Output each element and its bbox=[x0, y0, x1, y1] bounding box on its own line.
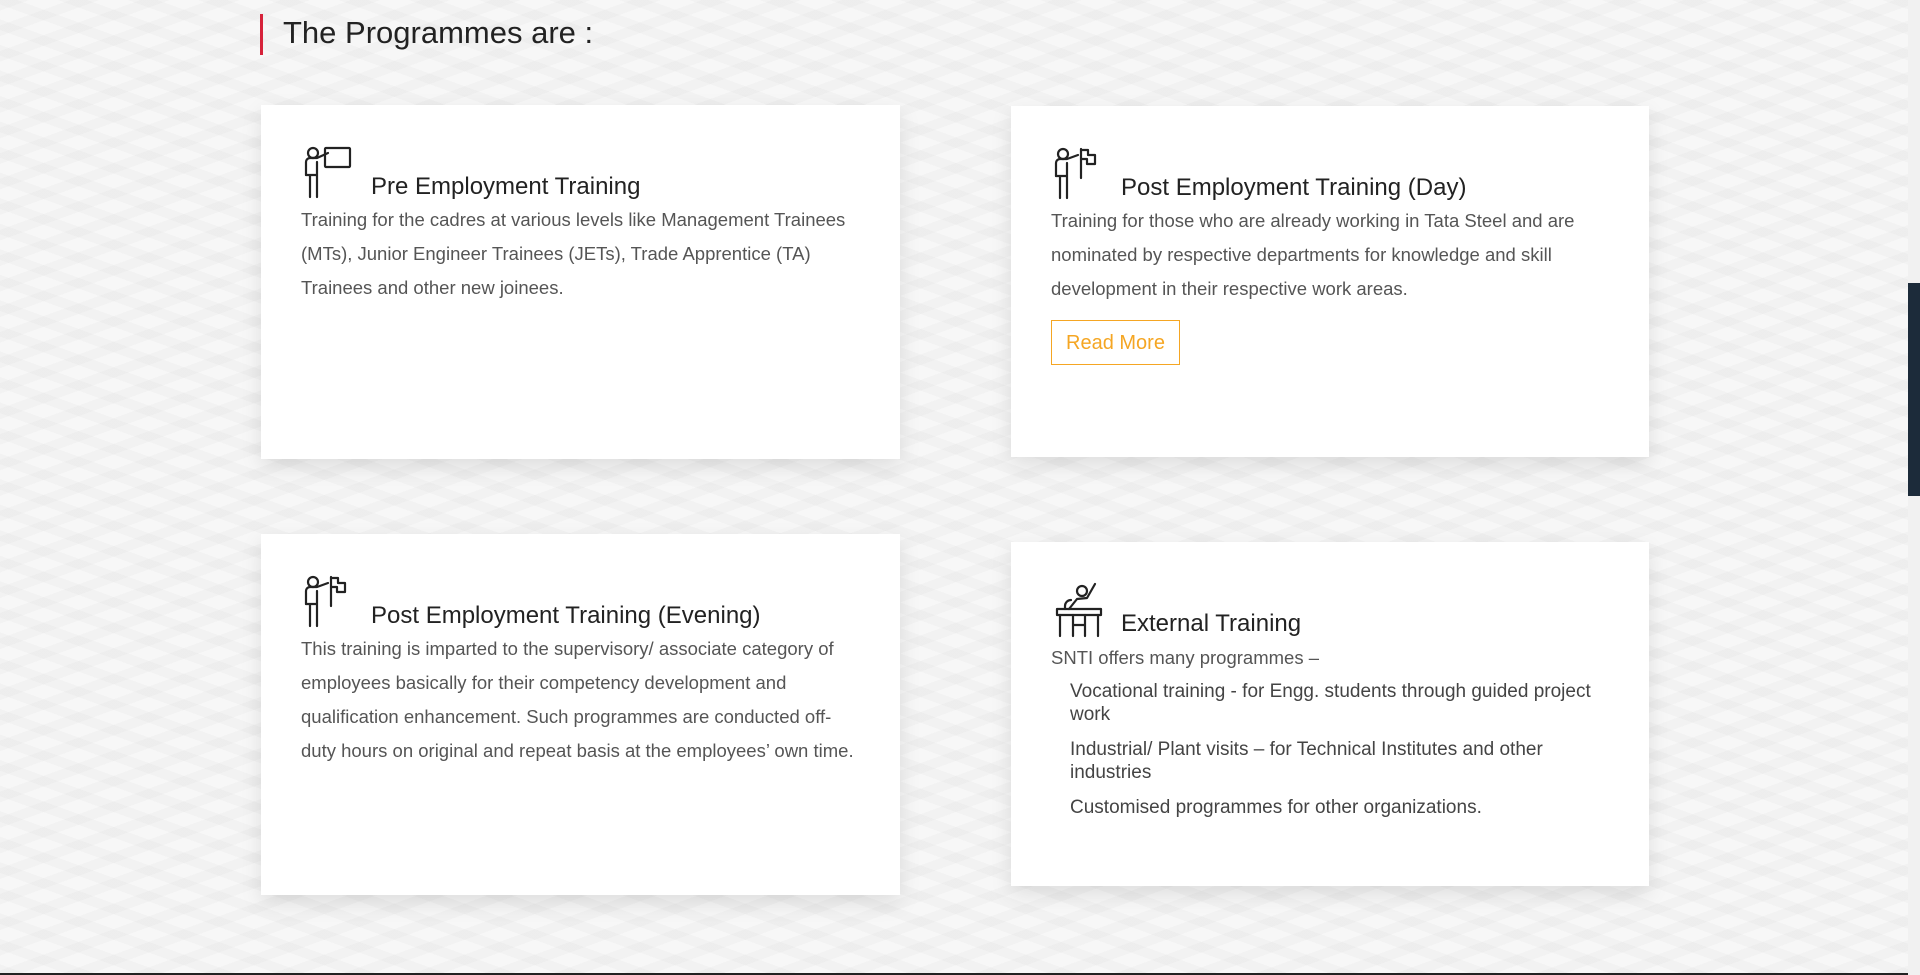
card-description: Training for the cadres at various level… bbox=[301, 209, 846, 298]
trainer-flag-icon bbox=[301, 574, 357, 630]
card-post-employment-evening: Post Employment Training (Evening) This … bbox=[261, 534, 900, 895]
trainer-board-icon bbox=[301, 145, 357, 201]
card-intro: SNTI offers many programmes – bbox=[1051, 647, 1319, 668]
scrollbar-track[interactable] bbox=[1908, 0, 1920, 975]
card-title: External Training bbox=[1121, 610, 1302, 637]
scrollbar-thumb[interactable] bbox=[1908, 283, 1920, 496]
card-title: Post Employment Training (Evening) bbox=[371, 602, 761, 629]
card-title: Post Employment Training (Day) bbox=[1121, 174, 1467, 201]
card-post-employment-day: Post Employment Training (Day) Training … bbox=[1011, 106, 1649, 457]
card-description: This training is imparted to the supervi… bbox=[301, 638, 854, 761]
section-heading: The Programmes are : bbox=[260, 14, 593, 55]
student-desk-icon bbox=[1051, 582, 1107, 638]
list-item: Vocational training - for Engg. students… bbox=[1070, 681, 1591, 725]
card-external-training: External Training SNTI offers many progr… bbox=[1011, 542, 1649, 886]
trainer-flag-icon bbox=[1051, 146, 1107, 202]
read-more-button[interactable]: Read More bbox=[1051, 320, 1180, 365]
list-item: Industrial/ Plant visits – for Technical… bbox=[1070, 739, 1543, 783]
card-description: Training for those who are already worki… bbox=[1051, 210, 1575, 299]
card-title: Pre Employment Training bbox=[371, 173, 641, 200]
programme-list: Vocational training - for Engg. students… bbox=[1051, 680, 1609, 819]
card-pre-employment: Pre Employment Training Training for the… bbox=[261, 105, 900, 459]
list-item: Customised programmes for other organiza… bbox=[1070, 797, 1482, 818]
